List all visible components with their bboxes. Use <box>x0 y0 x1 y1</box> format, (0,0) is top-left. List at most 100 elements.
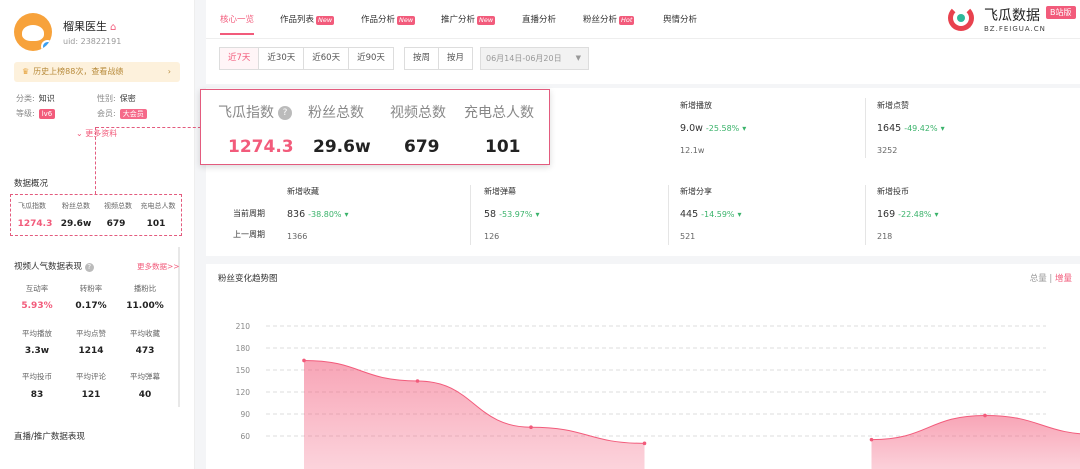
stat-prev: 521 <box>680 232 696 241</box>
perf-value: 83 <box>30 390 44 400</box>
perf-value: 473 <box>135 346 155 356</box>
main-content: 核心一览 作品列表 New 作品分析 New 推广分析 New 直播分析 粉丝分析 Ho… <box>206 0 1080 469</box>
video-perf-title: 视频人气数据表现 ? <box>14 260 94 272</box>
y-tick-label: 90 <box>240 410 250 419</box>
overview-title: 数据概况 <box>14 179 49 189</box>
stat-value: 169 -22.48% ▾ <box>877 209 939 220</box>
profile-name: 榴果医生 ⌂ <box>63 20 117 33</box>
stat-label: 新增弹幕 <box>484 187 516 196</box>
series-area <box>871 415 1080 469</box>
tab-opinion-analysis[interactable]: 舆情分析 <box>663 13 697 25</box>
member-badge: 大会员 <box>119 109 147 119</box>
y-tick-label: 120 <box>236 388 251 397</box>
caret-down-icon: ▼ <box>575 54 581 62</box>
stat-label: 新增分享 <box>680 187 712 196</box>
logo-icon <box>948 5 974 31</box>
stat-prev: 1366 <box>287 232 308 241</box>
y-tick-label: 210 <box>236 322 251 331</box>
stat-value: 9.0w -25.58% ▾ <box>680 123 747 134</box>
range-30d[interactable]: 近30天 <box>259 48 305 69</box>
perf-label: 平均点赞 <box>76 329 106 338</box>
data-point <box>983 413 987 418</box>
chevron-down-icon: ⌄ <box>76 129 86 138</box>
perf-label: 平均收藏 <box>130 329 160 338</box>
crown-icon: ♛ <box>22 67 30 76</box>
perf-value: 11.00% <box>126 301 164 311</box>
help-icon[interactable]: ? <box>278 106 292 120</box>
previous-period-label: 上一周期 <box>233 230 265 239</box>
data-point <box>869 437 874 442</box>
perf-label: 平均弹幕 <box>130 372 160 381</box>
perf-label: 互动率 <box>25 284 49 293</box>
y-tick-label: 150 <box>236 366 251 375</box>
top-nav: 核心一览 作品列表 New 作品分析 New 推广分析 New 直播分析 粉丝分析 Ho… <box>206 0 1080 38</box>
perf-label: 转粉率 <box>79 284 103 293</box>
overview-label: 飞瓜指数 <box>18 202 46 210</box>
divider <box>865 98 866 158</box>
tab-promo-analysis[interactable]: 推广分析 New <box>441 13 496 25</box>
perf-value: 1214 <box>78 346 104 356</box>
range-90d[interactable]: 近90天 <box>349 48 393 69</box>
callout-connector <box>96 127 206 128</box>
callout-value: 1274.3 <box>228 137 294 157</box>
stat-prev: 126 <box>484 232 500 241</box>
help-icon[interactable]: ? <box>84 263 94 272</box>
gender-info: 性别: 保密 <box>97 94 136 103</box>
stat-value: 1645 -49.42% ▾ <box>877 123 945 134</box>
profile-uid: uid: 23822191 <box>63 37 122 46</box>
overview-label: 视频总数 <box>104 202 132 210</box>
callout-value: 101 <box>485 137 521 157</box>
perf-value: 121 <box>81 390 101 400</box>
more-info-link[interactable]: ⌄ 更多资料 <box>76 128 117 139</box>
callout-label: 飞瓜指数? <box>218 102 292 122</box>
data-point <box>415 379 420 383</box>
perf-label: 平均播放 <box>22 329 52 338</box>
range-60d[interactable]: 近60天 <box>304 48 350 69</box>
period-month[interactable]: 按月 <box>439 48 472 69</box>
avatar[interactable] <box>14 13 52 51</box>
callout-label: 充电总人数 <box>464 105 534 121</box>
divider <box>470 185 471 245</box>
level-badge: lv6 <box>38 109 56 119</box>
perf-label: 播粉比 <box>133 284 157 293</box>
perf-value: 5.93% <box>21 301 53 311</box>
data-point <box>642 441 647 446</box>
y-tick-label: 60 <box>240 432 250 441</box>
level-info: 等级: lv6 <box>16 108 56 119</box>
overview-callout: 飞瓜指数? 粉丝总数 视频总数 充电总人数 1274.3 29.6w 679 1… <box>200 89 550 165</box>
more-data-link[interactable]: 更多数据>> <box>137 261 180 272</box>
tab-live-analysis[interactable]: 直播分析 <box>522 13 556 25</box>
history-banner[interactable]: ♛ 历史上榜88次，查看战绩 › <box>14 62 180 82</box>
divider <box>668 185 669 245</box>
callout-label: 视频总数 <box>390 105 446 121</box>
overview-label: 粉丝总数 <box>62 202 90 210</box>
member-info: 会员: 大会员 <box>97 108 147 119</box>
category-info: 分类: 知识 <box>16 94 55 103</box>
range-7d[interactable]: 近7天 <box>220 48 260 69</box>
home-icon[interactable]: ⌂ <box>110 22 116 33</box>
stat-value: 445 -14.59% ▾ <box>680 209 742 220</box>
tab-works-analysis[interactable]: 作品分析 New <box>361 13 416 25</box>
data-point <box>302 358 306 363</box>
y-tick-label: 180 <box>236 344 251 353</box>
perf-value: 0.17% <box>75 301 107 311</box>
tab-works-list[interactable]: 作品列表 New <box>280 13 335 25</box>
date-range-picker[interactable]: 06月14日-06月20日 ▼ <box>480 47 589 70</box>
overview-value: 29.6w <box>60 219 92 229</box>
current-period-label: 当前周期 <box>233 209 265 218</box>
stat-prev: 12.1w <box>680 146 705 155</box>
stat-prev: 218 <box>877 232 893 241</box>
verified-icon <box>41 40 52 51</box>
tab-fans-analysis[interactable]: 粉丝分析 Hot <box>583 13 635 25</box>
perf-value: 3.3w <box>24 346 50 356</box>
tab-core[interactable]: 核心一览 <box>220 13 254 25</box>
active-tab-indicator <box>220 33 254 35</box>
divider <box>865 185 866 245</box>
filter-bar: 近7天 近30天 近60天 近90天 按周 按月 06月14日-06月20日 ▼ <box>206 38 1080 84</box>
stat-label: 新增点赞 <box>877 101 909 110</box>
period-week[interactable]: 按周 <box>405 48 440 69</box>
chevron-right-icon: › <box>167 67 171 76</box>
period-selector: 按周 按月 <box>404 47 474 70</box>
stat-label: 新增投币 <box>877 187 909 196</box>
fans-trend-card: 粉丝变化趋势图 总量 | 增量 210 180 150 120 90 60 <box>206 264 1080 469</box>
